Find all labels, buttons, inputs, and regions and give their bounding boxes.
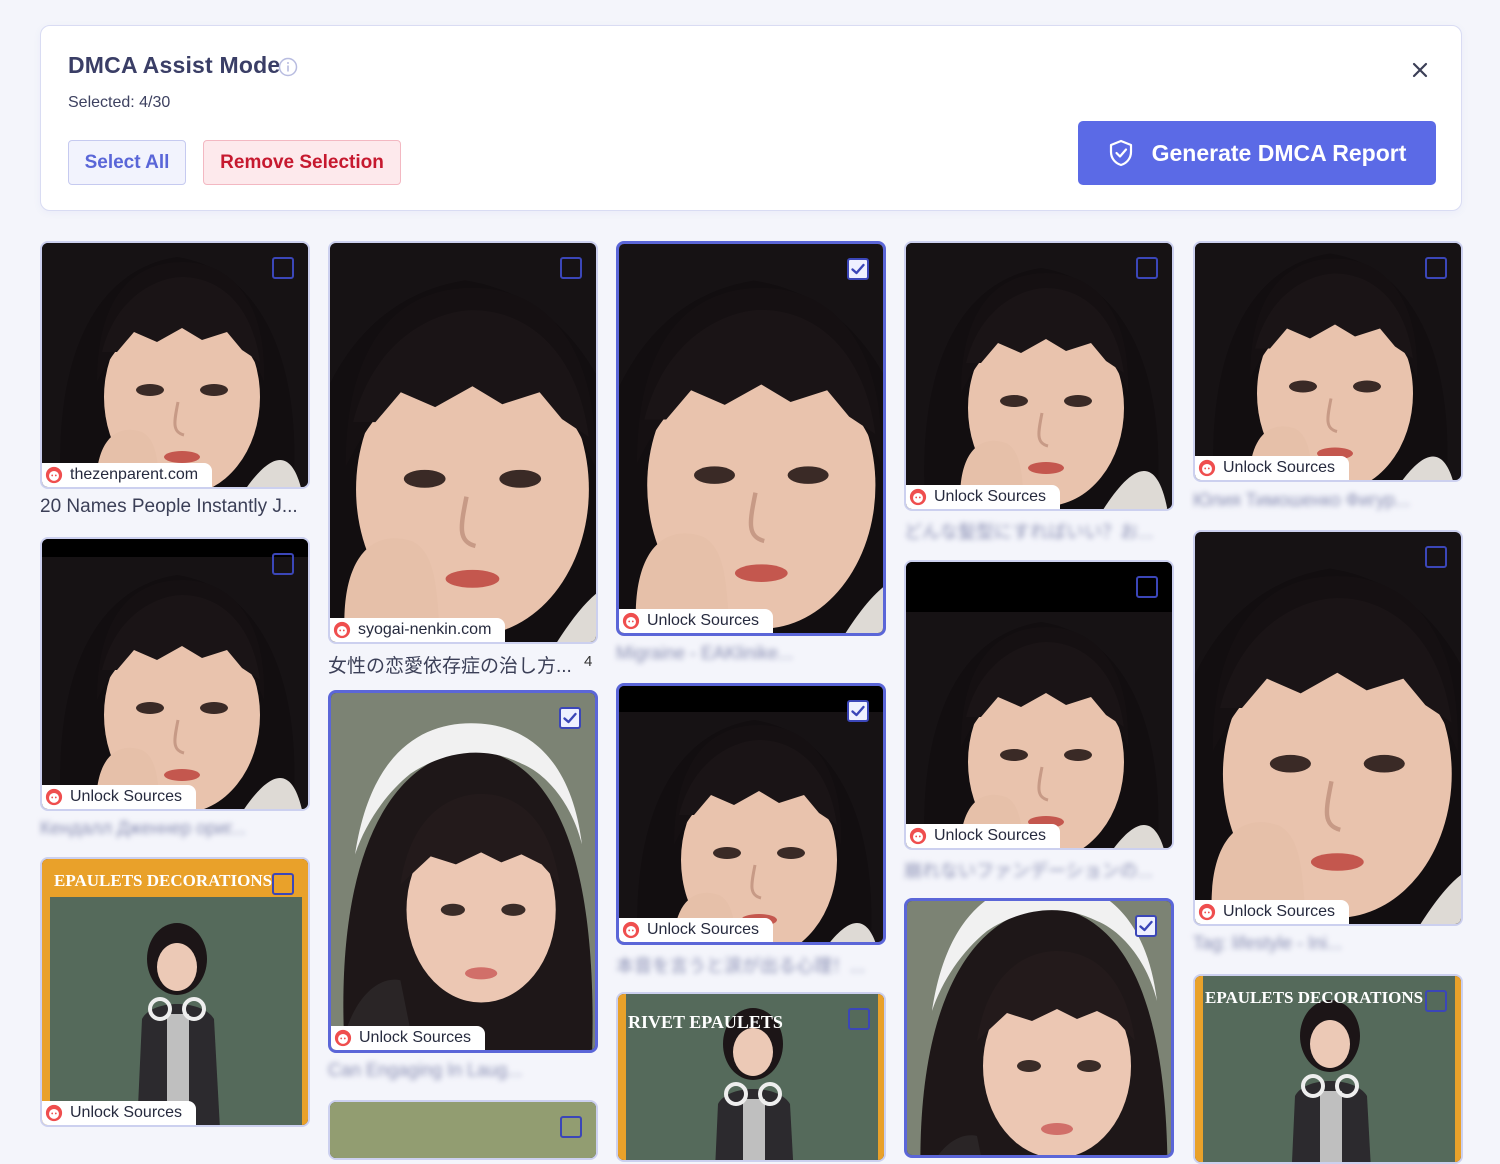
result-image	[906, 562, 1172, 850]
result-card[interactable]	[328, 1100, 598, 1160]
result-image	[1195, 532, 1461, 924]
source-tag[interactable]: Unlock Sources	[906, 485, 1061, 509]
magazine-title: RIVET EPAULETS	[628, 1012, 783, 1032]
match-count: 4	[584, 653, 593, 670]
source-tag[interactable]: Unlock Sources	[619, 609, 774, 633]
selected-count: Selected: 4/30	[68, 94, 171, 111]
close-icon[interactable]	[1408, 58, 1432, 82]
result-caption[interactable]: 女性の恋愛依存症の治し方...	[328, 651, 578, 678]
magazine-title: EPAULETS DECORATIONS	[1205, 988, 1424, 1007]
select-checkbox[interactable]	[1136, 257, 1158, 279]
result-image	[331, 693, 598, 1053]
check-icon	[562, 710, 578, 726]
source-icon	[333, 621, 351, 639]
result-image	[906, 243, 1174, 511]
result-caption[interactable]: 崩れないファンデーションの...	[904, 857, 1174, 883]
result-image	[330, 243, 596, 642]
result-caption[interactable]: Tag: lifestyle - Ini...	[1193, 933, 1463, 954]
result-card[interactable]: EPAULETS DECORATIONS Unlock Sources	[40, 857, 310, 1127]
source-icon	[1198, 459, 1216, 477]
select-checkbox[interactable]	[560, 1116, 582, 1138]
select-all-button[interactable]: Select All	[68, 140, 186, 185]
select-checkbox[interactable]	[272, 257, 294, 279]
check-icon	[1138, 918, 1154, 934]
check-icon	[850, 261, 866, 277]
result-image	[907, 901, 1174, 1158]
result-card[interactable]: EPAULETS DECORATIONS	[1193, 974, 1463, 1164]
result-image	[330, 1102, 596, 1158]
result-card[interactable]: Unlock Sources	[904, 241, 1174, 511]
panel-title: DMCA Assist Mode	[68, 52, 281, 78]
result-caption[interactable]: Can Engaging In Laug...	[328, 1060, 598, 1081]
select-checkbox[interactable]	[1425, 990, 1447, 1012]
source-icon	[45, 1104, 63, 1122]
source-tag[interactable]: Unlock Sources	[1195, 900, 1350, 924]
select-checkbox[interactable]	[1136, 576, 1158, 598]
result-card[interactable]	[904, 898, 1174, 1158]
result-caption[interactable]: 本音を言うと涙が出る心理！...	[616, 952, 886, 978]
magazine-title: EPAULETS DECORATIONS	[54, 871, 273, 890]
source-icon	[45, 788, 63, 806]
result-image	[1195, 243, 1463, 482]
source-icon	[909, 488, 927, 506]
result-caption[interactable]: 20 Names People Instantly J...	[40, 496, 310, 518]
result-caption[interactable]: Migraine - EAKlinike...	[616, 643, 886, 664]
result-caption[interactable]: Кендалл Дженнер ориг...	[40, 818, 310, 839]
result-image	[619, 686, 883, 945]
result-card[interactable]: Unlock Sources	[616, 683, 886, 945]
generate-dmca-report-button[interactable]: Generate DMCA Report	[1078, 121, 1436, 185]
source-tag[interactable]: thezenparent.com	[42, 463, 213, 487]
select-checkbox[interactable]	[848, 1008, 870, 1030]
source-icon	[622, 921, 640, 939]
source-tag[interactable]: Unlock Sources	[1195, 456, 1350, 480]
result-card[interactable]: Unlock Sources	[1193, 530, 1463, 926]
result-card[interactable]: Unlock Sources	[328, 690, 598, 1053]
result-caption[interactable]: Юлия Тимошенко Фигур...	[1193, 490, 1463, 511]
result-image	[619, 244, 883, 633]
result-card[interactable]: RIVET EPAULETS	[616, 992, 886, 1162]
source-tag[interactable]: syogai-nenkin.com	[330, 618, 506, 642]
select-checkbox[interactable]	[847, 700, 869, 722]
result-card[interactable]: Unlock Sources	[1193, 241, 1463, 482]
select-checkbox[interactable]	[1425, 257, 1447, 279]
source-icon	[45, 466, 63, 484]
result-card[interactable]: Unlock Sources	[616, 241, 886, 636]
select-checkbox[interactable]	[559, 707, 581, 729]
source-tag[interactable]: Unlock Sources	[906, 824, 1061, 848]
select-checkbox[interactable]	[1425, 546, 1447, 568]
remove-selection-button[interactable]: Remove Selection	[203, 140, 401, 185]
result-card[interactable]: Unlock Sources	[904, 560, 1174, 850]
select-checkbox[interactable]	[272, 873, 294, 895]
source-tag[interactable]: Unlock Sources	[331, 1026, 486, 1050]
info-icon[interactable]	[278, 57, 298, 77]
result-caption[interactable]: どんな髪型にすればいい？お...	[904, 518, 1174, 544]
source-tag[interactable]: Unlock Sources	[619, 918, 774, 942]
source-icon	[334, 1029, 352, 1047]
source-tag[interactable]: Unlock Sources	[42, 1101, 197, 1125]
result-image	[42, 859, 310, 1127]
result-card[interactable]: Unlock Sources	[40, 537, 310, 811]
result-image	[42, 243, 310, 489]
source-icon	[909, 827, 927, 845]
source-icon	[622, 612, 640, 630]
generate-label: Generate DMCA Report	[1151, 139, 1407, 166]
result-image	[42, 539, 308, 811]
select-checkbox[interactable]	[1135, 915, 1157, 937]
source-tag[interactable]: Unlock Sources	[42, 785, 197, 809]
select-checkbox[interactable]	[560, 257, 582, 279]
shield-check-icon	[1109, 139, 1132, 167]
result-card[interactable]: thezenparent.com	[40, 241, 310, 489]
result-card[interactable]: syogai-nenkin.com	[328, 241, 598, 644]
source-icon	[1198, 903, 1216, 921]
check-icon	[850, 703, 866, 719]
select-checkbox[interactable]	[272, 553, 294, 575]
dmca-assist-panel: DMCA Assist Mode Selected: 4/30 Select A…	[40, 25, 1462, 211]
select-checkbox[interactable]	[847, 258, 869, 280]
